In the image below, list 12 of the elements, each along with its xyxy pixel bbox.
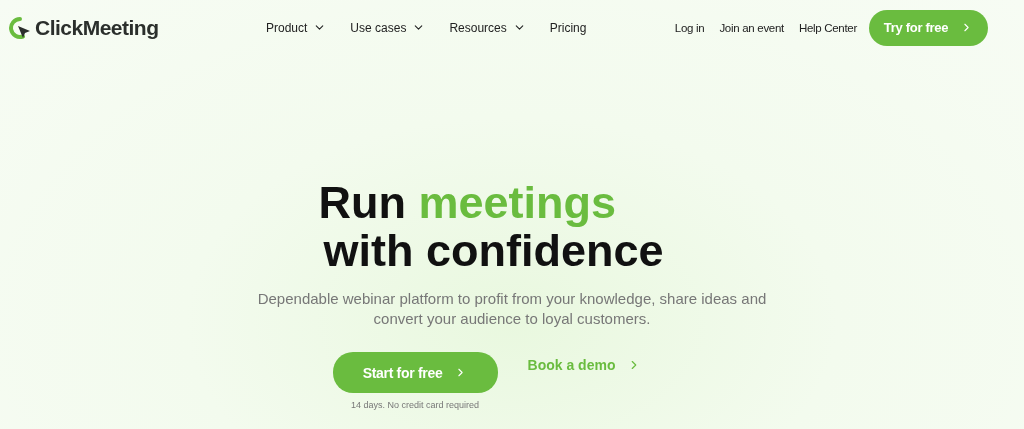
nav-menu-item[interactable]: Pricing bbox=[549, 20, 587, 35]
nav-link[interactable]: Help Center bbox=[798, 21, 857, 34]
nav-menu-item[interactable]: Resources bbox=[449, 20, 526, 35]
hero-heading: Run meetings with confidence bbox=[318, 179, 664, 275]
nav-link[interactable]: Join an event bbox=[719, 21, 784, 34]
hero-subtitle: Dependable webinar platform to profit from your knowledge, share ideas and convert your audience to loyal customers. bbox=[256, 289, 768, 329]
trial-note: 14 days. No credit card required bbox=[351, 400, 480, 410]
nav-menu-item[interactable]: Use cases bbox=[350, 20, 426, 35]
brand-name: ClickMeeting bbox=[35, 15, 159, 40]
nav-link[interactable]: Log in bbox=[674, 21, 705, 34]
nav-menu-item[interactable]: Product bbox=[266, 20, 327, 35]
logo-icon bbox=[8, 15, 32, 40]
